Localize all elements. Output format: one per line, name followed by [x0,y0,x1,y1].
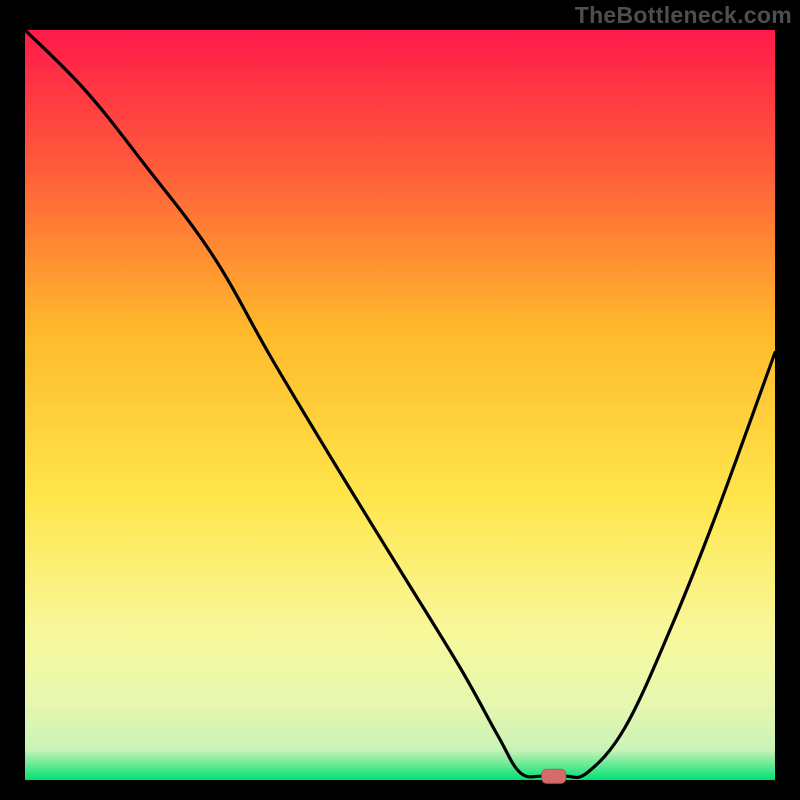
chart-svg [0,0,800,800]
gradient-plot-area [25,30,775,780]
optimal-marker [542,769,566,783]
chart-container: TheBottleneck.com [0,0,800,800]
